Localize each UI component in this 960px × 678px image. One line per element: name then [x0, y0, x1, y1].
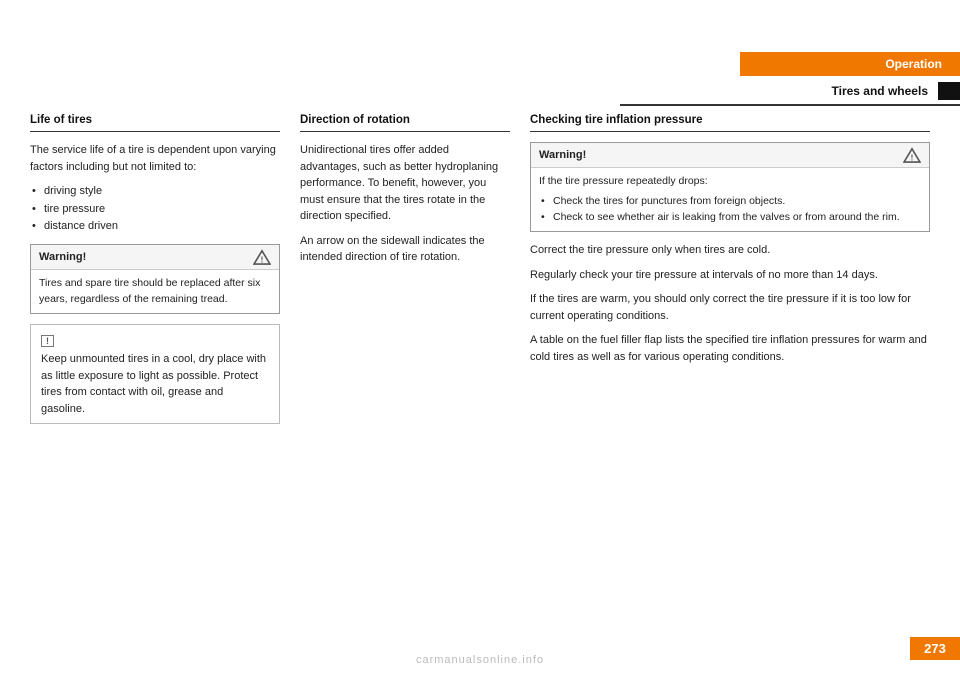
section-block-icon: [938, 82, 960, 100]
life-of-tires-header: Life of tires: [30, 110, 280, 132]
direction-header: Direction of rotation: [300, 110, 510, 132]
life-of-tires-warning-box: Warning! ! Tires and spare tire should b…: [30, 244, 280, 315]
info-text: Keep unmounted tires in a cool, dry plac…: [41, 351, 269, 417]
inflation-para1: Correct the tire pressure only when tire…: [530, 242, 930, 259]
col-direction-of-rotation: Direction of rotation Unidirectional tir…: [300, 110, 530, 618]
inflation-warning-body: If the tire pressure repeatedly drops: C…: [531, 168, 929, 231]
inflation-warning-box: Warning! ! If the tire pressure repeated…: [530, 142, 930, 232]
warning-text: Tires and spare tire should be replaced …: [39, 277, 260, 305]
life-of-tires-title: Life of tires: [30, 114, 92, 126]
warning-body: Tires and spare tire should be replaced …: [31, 270, 279, 314]
inflation-bullet-2: Check to see whether air is leaking from…: [539, 210, 921, 226]
life-of-tires-bullets: driving style tire pressure distance dri…: [30, 183, 280, 236]
svg-text:!: !: [911, 153, 914, 162]
operation-label: Operation: [885, 57, 942, 71]
tires-wheels-label: Tires and wheels: [832, 84, 929, 98]
inflation-warning-bullets: Check the tires for punctures from forei…: [539, 194, 921, 226]
page-number: 273: [910, 637, 960, 660]
inflation-para2: Regularly check your tire pressure at in…: [530, 267, 930, 284]
content-area: Life of tires The service life of a tire…: [30, 110, 930, 618]
tires-wheels-bar: Tires and wheels: [620, 78, 960, 106]
bullet-tire-pressure: tire pressure: [30, 201, 280, 219]
inflation-para4: A table on the fuel filler flap lists th…: [530, 332, 930, 365]
inflation-warning-condition: If the tire pressure repeatedly drops:: [539, 174, 921, 190]
warning-header: Warning! !: [31, 245, 279, 270]
page: Operation Tires and wheels Life of tires…: [0, 0, 960, 678]
inflation-title: Checking tire inflation pressure: [530, 114, 703, 126]
col-life-of-tires: Life of tires The service life of a tire…: [30, 110, 300, 618]
life-of-tires-intro: The service life of a tire is dependent …: [30, 142, 280, 175]
inflation-bullet-1: Check the tires for punctures from forei…: [539, 194, 921, 210]
inflation-warning-triangle-icon: !: [903, 147, 921, 163]
header-bar: Operation Tires and wheels: [620, 52, 960, 106]
inflation-para3: If the tires are warm, you should only c…: [530, 291, 930, 324]
warning-label: Warning!: [39, 251, 86, 263]
watermark: carmanualsonline.info: [416, 654, 544, 666]
direction-para2: An arrow on the sidewall indicates the i…: [300, 233, 510, 266]
bullet-distance-driven: distance driven: [30, 218, 280, 236]
inflation-warning-header: Warning! !: [531, 143, 929, 168]
direction-title: Direction of rotation: [300, 114, 410, 126]
inflation-header: Checking tire inflation pressure: [530, 110, 930, 132]
info-box: ! Keep unmounted tires in a cool, dry pl…: [30, 324, 280, 424]
svg-text:!: !: [261, 255, 264, 264]
info-icon: !: [41, 335, 54, 347]
inflation-warning-label: Warning!: [539, 149, 586, 161]
operation-tab: Operation: [740, 52, 960, 76]
col-tire-inflation: Checking tire inflation pressure Warning…: [530, 110, 930, 618]
direction-para1: Unidirectional tires offer added advanta…: [300, 142, 510, 225]
bullet-driving-style: driving style: [30, 183, 280, 201]
warning-triangle-icon: !: [253, 249, 271, 265]
